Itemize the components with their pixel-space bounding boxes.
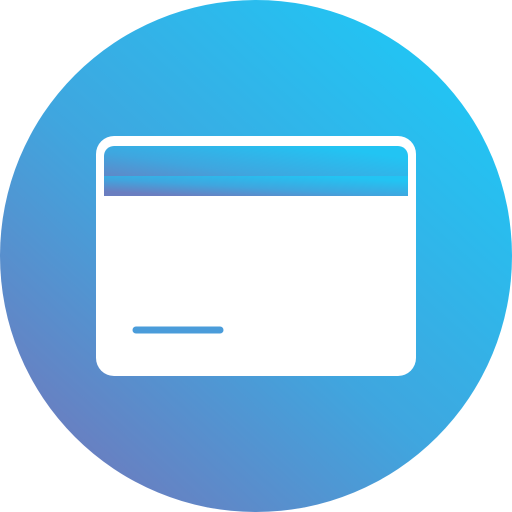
credit-card-icon <box>0 0 512 512</box>
icon-canvas <box>0 0 512 512</box>
card-top-band-square <box>104 176 408 196</box>
